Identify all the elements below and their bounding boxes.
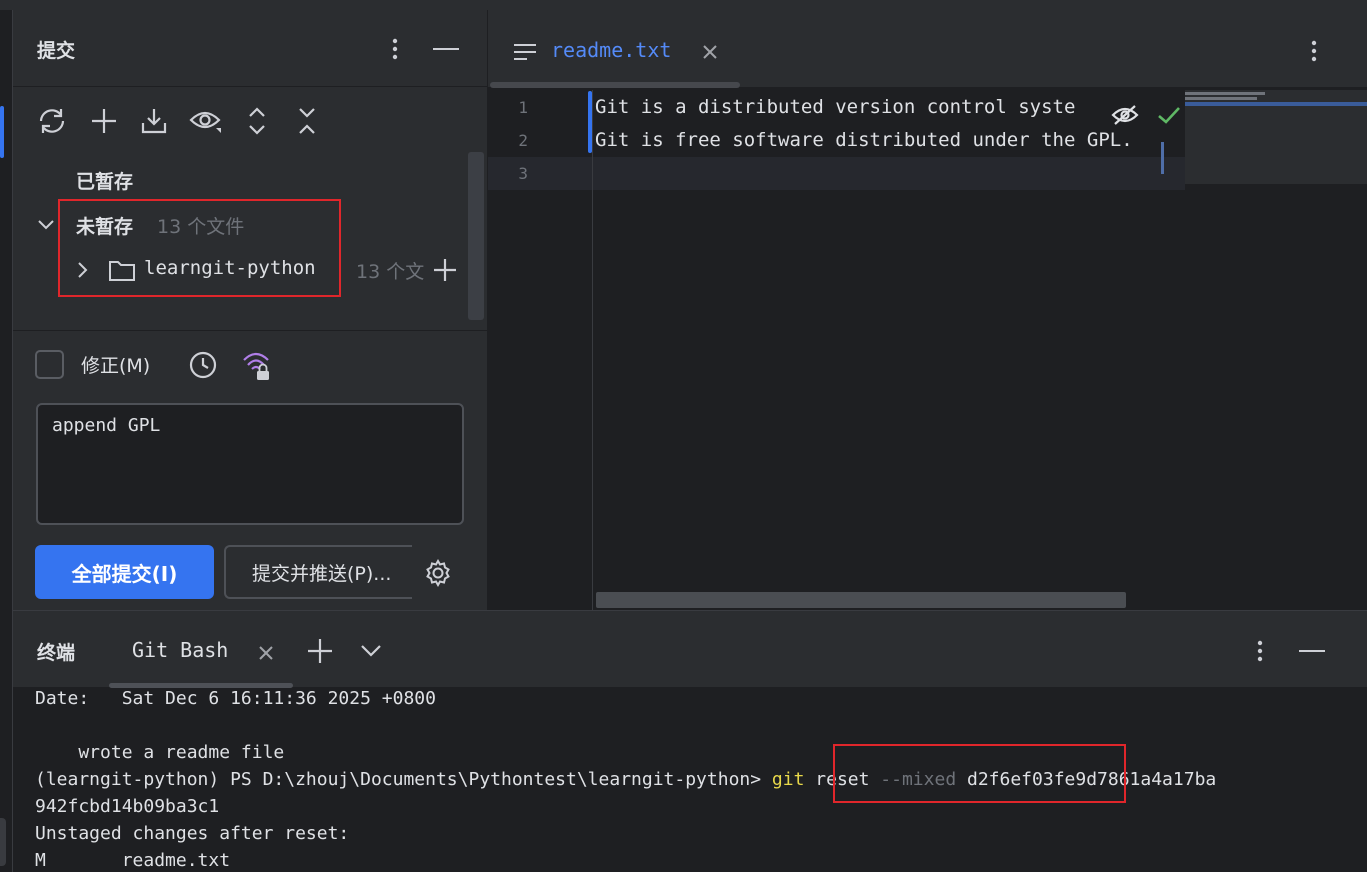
expand-all-icon[interactable] <box>241 104 273 138</box>
panel-divider <box>13 330 488 331</box>
collapse-all-icon[interactable] <box>291 104 323 138</box>
commit-all-button[interactable]: 全部提交(I) <box>35 545 214 599</box>
terminal-command: git <box>771 769 805 790</box>
editor-tab-bar: readme.txt <box>488 10 1367 88</box>
terminal-tab-git-bash[interactable]: Git Bash <box>132 638 228 662</box>
tab-scroll-indicator <box>490 82 740 88</box>
top-strip <box>0 0 1367 10</box>
panel-header-divider <box>13 86 488 87</box>
editor-pane: readme.txt 1 Git is a distributed versio… <box>488 10 1367 610</box>
rail-bottom-button[interactable] <box>0 818 6 866</box>
terminal-more-options-icon[interactable] <box>1246 636 1274 666</box>
staged-group-label[interactable]: 已暂存 <box>76 167 133 194</box>
refresh-icon[interactable] <box>35 104 69 138</box>
terminal-header: 终端 Git Bash <box>13 611 1367 688</box>
code-minimap[interactable] <box>1185 90 1367 184</box>
close-terminal-tab-icon[interactable] <box>255 642 277 664</box>
terminal-minimize-icon[interactable] <box>1297 636 1327 666</box>
left-tool-rail <box>0 10 13 872</box>
terminal-prompt: (learngit-python) PS D:\zhouj\Documents\… <box>35 769 772 790</box>
chevron-down-icon[interactable] <box>35 214 57 236</box>
terminal-output-line: M readme.txt <box>35 850 231 871</box>
gear-icon[interactable] <box>421 556 455 590</box>
editor-more-options-icon[interactable] <box>1300 36 1328 66</box>
check-icon[interactable] <box>1154 102 1184 128</box>
amend-checkbox[interactable] <box>35 350 64 379</box>
hide-eye-icon[interactable] <box>1110 102 1140 128</box>
code-line[interactable]: Git is a distributed version control sys… <box>595 96 1155 118</box>
terminal-output-line: 942fcbd14b09ba3c1 <box>35 796 220 817</box>
text-file-icon <box>512 40 538 64</box>
highlight-box-unstaged <box>58 199 341 297</box>
amend-label[interactable]: 修正(M) <box>81 351 150 378</box>
terminal-panel: 终端 Git Bash Date: Sat Dec 6 16:11:36 202… <box>13 610 1367 872</box>
scroll-marker <box>1161 142 1164 174</box>
terminal-dropdown-icon[interactable] <box>358 639 384 663</box>
clock-icon[interactable] <box>187 349 219 381</box>
rail-active-indicator <box>0 106 4 158</box>
eye-icon[interactable] <box>188 104 224 138</box>
editor-tab-readme[interactable]: readme.txt <box>551 38 671 62</box>
terminal-output-line: Unstaged changes after reset: <box>35 823 350 844</box>
vcs-change-marker[interactable] <box>588 91 592 153</box>
close-tab-icon[interactable] <box>698 40 722 64</box>
commit-message-input[interactable]: append GPL <box>36 403 464 525</box>
download-icon[interactable] <box>137 104 171 138</box>
code-line[interactable]: Git is free software distributed under t… <box>595 129 1155 151</box>
panel-title: 提交 <box>37 40 76 62</box>
new-terminal-icon[interactable] <box>305 636 335 666</box>
highlight-box-command <box>833 744 1126 803</box>
add-icon[interactable] <box>87 104 121 138</box>
terminal-output-line: wrote a readme file <box>35 742 285 763</box>
terminal-output-line: Date: Sat Dec 6 16:11:36 2025 +0800 <box>35 688 436 709</box>
commit-and-push-button[interactable]: 提交并推送(P)... <box>224 545 412 599</box>
add-to-vcs-icon[interactable] <box>431 256 459 284</box>
minimize-icon[interactable] <box>431 34 461 64</box>
commit-panel: 提交 已暂存 未暂存 13 个文件 learngit-python 13 个文 <box>13 10 488 610</box>
tree-scrollbar[interactable] <box>468 152 484 320</box>
line-number: 3 <box>518 164 528 183</box>
line-number: 1 <box>518 98 528 117</box>
ai-assistant-lock-icon[interactable] <box>239 349 273 383</box>
folder-file-count: 13 个文 <box>356 261 425 283</box>
gutter-divider <box>592 90 593 610</box>
line-number: 2 <box>518 131 528 150</box>
terminal-title: 终端 <box>37 642 76 664</box>
editor-horizontal-scrollbar[interactable] <box>596 592 1126 608</box>
more-options-icon[interactable] <box>381 34 409 64</box>
